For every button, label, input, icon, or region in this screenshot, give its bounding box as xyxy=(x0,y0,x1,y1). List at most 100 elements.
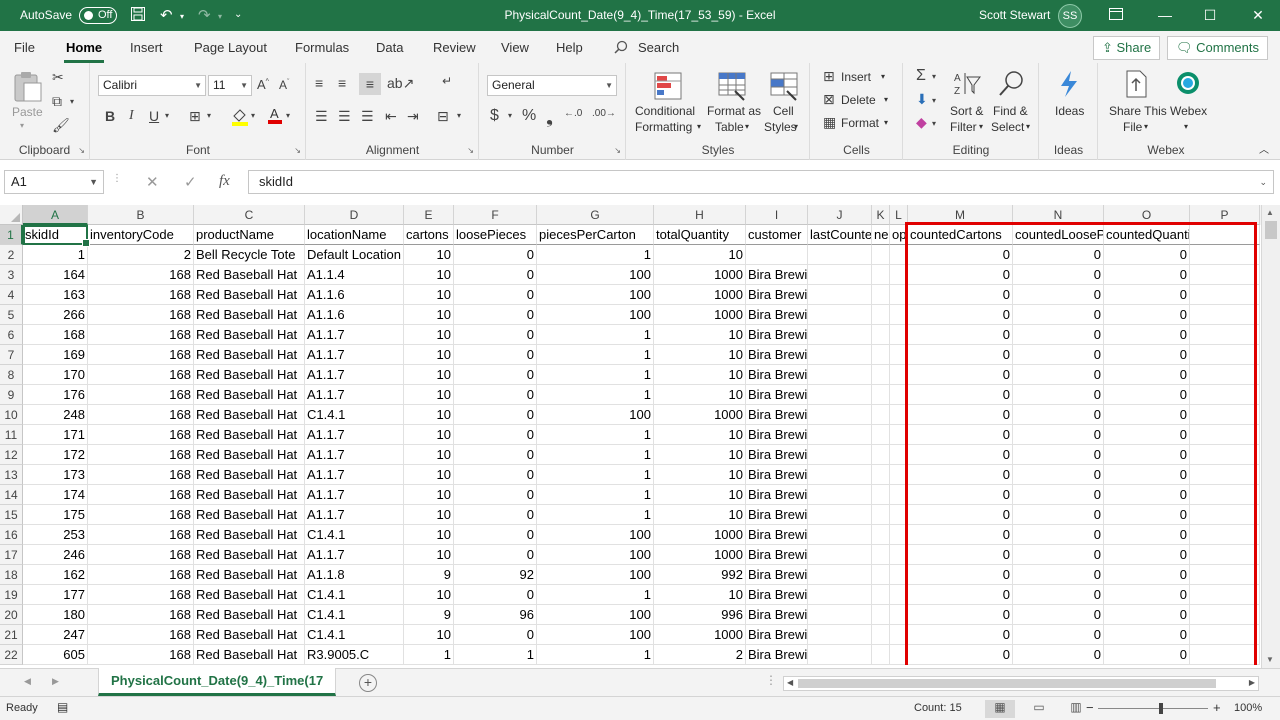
table-cell[interactable]: 10 xyxy=(404,325,454,345)
table-cell[interactable]: 10 xyxy=(404,425,454,445)
table-cell[interactable]: 0 xyxy=(1013,265,1104,285)
table-cell[interactable]: 0 xyxy=(908,445,1013,465)
borders-dropdown-icon[interactable]: ▾ xyxy=(207,111,211,120)
column-header-e[interactable]: E xyxy=(404,205,454,225)
increase-indent-icon[interactable]: ⇥ xyxy=(407,108,419,125)
zoom-out-icon[interactable]: − xyxy=(1086,700,1094,715)
table-cell[interactable]: 0 xyxy=(1013,285,1104,305)
table-cell[interactable]: Red Baseball Hat xyxy=(194,385,305,405)
table-cell[interactable]: Bira Brewing xyxy=(746,285,808,305)
table-cell[interactable] xyxy=(808,265,872,285)
row-header[interactable]: 19 xyxy=(0,585,23,605)
table-cell[interactable] xyxy=(872,265,890,285)
table-cell[interactable]: 168 xyxy=(88,585,194,605)
table-cell[interactable]: 168 xyxy=(88,305,194,325)
table-cell[interactable] xyxy=(872,445,890,465)
enter-icon[interactable]: ✓ xyxy=(184,173,197,191)
table-cell[interactable] xyxy=(872,385,890,405)
table-cell[interactable] xyxy=(872,645,890,665)
table-cell[interactable] xyxy=(808,445,872,465)
comma-style-icon[interactable]: ❟ xyxy=(546,107,553,128)
copy-icon[interactable]: ⧉ xyxy=(52,93,62,110)
table-cell[interactable]: 0 xyxy=(454,625,537,645)
table-cell[interactable]: Bira Brewing xyxy=(746,345,808,365)
table-cell[interactable] xyxy=(1190,565,1260,585)
cell-styles-label-2[interactable]: Styles xyxy=(764,120,797,134)
table-cell[interactable]: 1 xyxy=(404,645,454,665)
number-launcher-icon[interactable]: ↘ xyxy=(614,146,621,155)
column-header-o[interactable]: O xyxy=(1104,205,1190,225)
header-cell[interactable]: countedLoosePieces xyxy=(1013,225,1104,245)
table-cell[interactable]: 0 xyxy=(454,425,537,445)
table-cell[interactable]: 0 xyxy=(454,265,537,285)
webex-label[interactable]: Webex xyxy=(1170,104,1207,118)
table-cell[interactable]: 168 xyxy=(23,325,88,345)
column-header-c[interactable]: C xyxy=(194,205,305,225)
table-cell[interactable]: 100 xyxy=(537,625,654,645)
table-cell[interactable]: 100 xyxy=(537,305,654,325)
table-cell[interactable]: 0 xyxy=(1104,585,1190,605)
table-cell[interactable]: 0 xyxy=(1104,605,1190,625)
table-cell[interactable]: 10 xyxy=(654,445,746,465)
conditional-formatting-dropdown-icon[interactable]: ▾ xyxy=(697,122,701,131)
table-cell[interactable]: Bira Brewing xyxy=(746,625,808,645)
table-cell[interactable]: 1000 xyxy=(654,405,746,425)
tab-insert[interactable]: Insert xyxy=(130,40,163,55)
header-cell[interactable]: ne xyxy=(872,225,890,245)
table-cell[interactable]: 163 xyxy=(23,285,88,305)
find-select-dropdown-icon[interactable]: ▾ xyxy=(1026,122,1030,131)
table-cell[interactable] xyxy=(1190,265,1260,285)
table-cell[interactable]: A1.1.6 xyxy=(305,305,404,325)
table-cell[interactable]: 175 xyxy=(23,505,88,525)
table-cell[interactable]: 0 xyxy=(454,285,537,305)
table-cell[interactable] xyxy=(1190,305,1260,325)
header-cell[interactable]: inventoryCode xyxy=(88,225,194,245)
table-cell[interactable]: C1.4.1 xyxy=(305,405,404,425)
row-header[interactable]: 11 xyxy=(0,425,23,445)
table-cell[interactable]: A1.1.7 xyxy=(305,505,404,525)
increase-decimal-icon[interactable]: ←.0 xyxy=(564,108,582,119)
table-cell[interactable]: 1 xyxy=(537,485,654,505)
table-cell[interactable]: 0 xyxy=(1013,445,1104,465)
table-cell[interactable]: 168 xyxy=(88,605,194,625)
row-header[interactable]: 20 xyxy=(0,605,23,625)
table-cell[interactable]: 168 xyxy=(88,645,194,665)
table-cell[interactable]: 0 xyxy=(1013,605,1104,625)
table-cell[interactable]: 0 xyxy=(908,245,1013,265)
table-cell[interactable]: 0 xyxy=(1104,465,1190,485)
table-cell[interactable]: 0 xyxy=(1013,465,1104,485)
table-cell[interactable]: 0 xyxy=(1104,345,1190,365)
table-cell[interactable]: 246 xyxy=(23,545,88,565)
table-cell[interactable]: 0 xyxy=(908,405,1013,425)
increase-font-icon[interactable]: A^ xyxy=(257,77,269,92)
table-cell[interactable]: 0 xyxy=(908,465,1013,485)
table-cell[interactable]: 0 xyxy=(1104,505,1190,525)
table-cell[interactable] xyxy=(890,365,908,385)
table-cell[interactable]: 10 xyxy=(404,365,454,385)
table-cell[interactable]: 0 xyxy=(908,505,1013,525)
ideas-icon[interactable] xyxy=(1054,69,1086,101)
alignment-launcher-icon[interactable]: ↘ xyxy=(467,146,474,155)
table-cell[interactable] xyxy=(890,465,908,485)
table-cell[interactable]: Bira Brewing xyxy=(746,265,808,285)
worksheet-grid[interactable]: ABCDEFGHIJKLMNOP 1 skidId inventoryCode pro… xyxy=(0,205,1261,665)
table-cell[interactable]: 168 xyxy=(88,265,194,285)
table-cell[interactable]: 0 xyxy=(454,365,537,385)
table-cell[interactable]: 10 xyxy=(404,385,454,405)
table-cell[interactable] xyxy=(872,365,890,385)
table-cell[interactable]: 172 xyxy=(23,445,88,465)
row-header[interactable]: 7 xyxy=(0,345,23,365)
cancel-icon[interactable]: ✕ xyxy=(146,173,159,191)
column-header-j[interactable]: J xyxy=(808,205,872,225)
table-cell[interactable] xyxy=(872,605,890,625)
cell-styles-label[interactable]: Cell xyxy=(773,104,794,118)
format-as-table-icon[interactable] xyxy=(717,71,749,103)
table-cell[interactable] xyxy=(1190,325,1260,345)
table-cell[interactable] xyxy=(872,285,890,305)
table-cell[interactable]: 0 xyxy=(1104,285,1190,305)
table-cell[interactable]: Bira Brewing xyxy=(746,445,808,465)
table-cell[interactable]: 0 xyxy=(908,605,1013,625)
table-cell[interactable]: 10 xyxy=(404,285,454,305)
table-cell[interactable] xyxy=(890,545,908,565)
table-cell[interactable] xyxy=(808,545,872,565)
